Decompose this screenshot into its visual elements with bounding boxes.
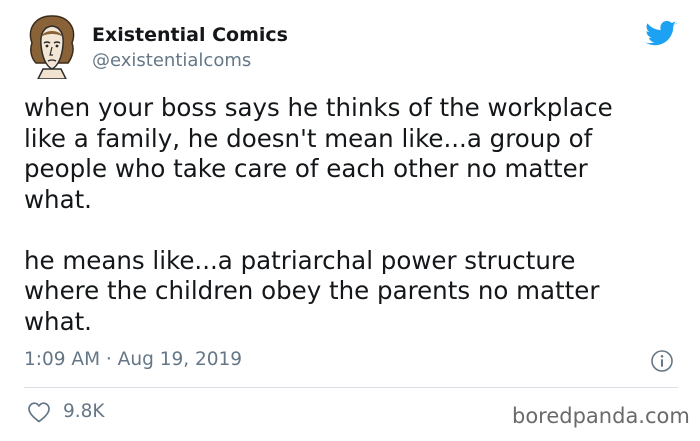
divider — [24, 387, 678, 388]
twitter-bird-icon[interactable] — [645, 20, 677, 48]
tweet-paragraph: when your boss says he thinks of the wor… — [24, 93, 613, 214]
author-handle[interactable]: @existentialcoms — [92, 50, 251, 72]
author-display-name[interactable]: Existential Comics — [92, 23, 288, 47]
watermark: boredpanda.com — [512, 404, 690, 428]
tweet-paragraph: he means like...a patriarchal power stru… — [24, 245, 600, 336]
like-count: 9.8K — [63, 401, 105, 422]
heart-icon[interactable] — [27, 401, 51, 423]
tweet-card: Existential Comics @existentialcoms when… — [0, 0, 700, 441]
tweet-text: when your boss says he thinks of the wor… — [24, 93, 664, 337]
tweet-timestamp[interactable]: 1:09 AM · Aug 19, 2019 — [24, 348, 242, 372]
author-avatar[interactable] — [22, 13, 82, 79]
info-icon[interactable] — [650, 349, 674, 373]
